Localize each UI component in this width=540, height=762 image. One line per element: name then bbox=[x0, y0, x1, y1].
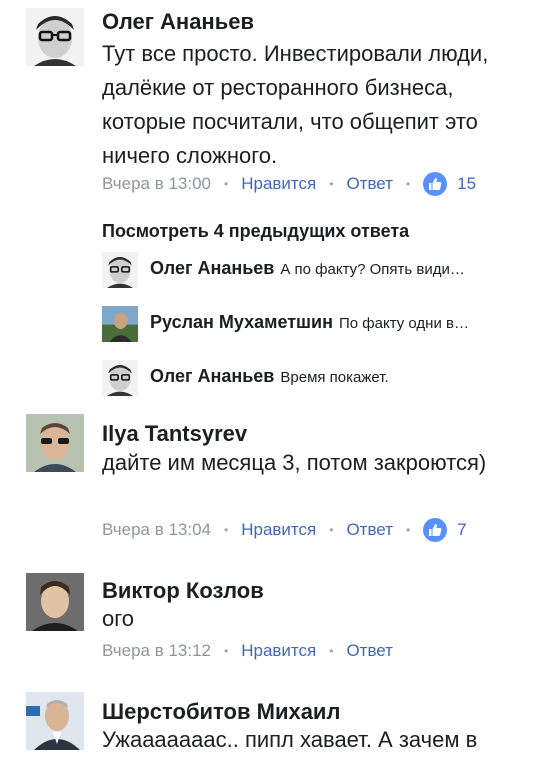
comment-author[interactable]: Олег Ананьев bbox=[102, 9, 254, 35]
like-button[interactable]: Нравится bbox=[241, 174, 316, 194]
man-sunglasses-avatar-icon bbox=[26, 414, 84, 472]
comment-meta: Вчера в 13:00 • Нравится • Ответ • 15 bbox=[102, 172, 476, 196]
comment-text: Тут все просто. Инвестировали люди, далё… bbox=[102, 41, 489, 168]
comment-text: дайте им месяца 3, потом закроются) bbox=[102, 450, 487, 475]
avatar[interactable] bbox=[26, 573, 84, 631]
comment-author[interactable]: Шерстобитов Михаил bbox=[102, 699, 340, 725]
like-count[interactable]: 7 bbox=[457, 520, 466, 540]
man-glasses-bw-avatar-icon bbox=[102, 252, 138, 288]
reply-item[interactable]: Олег Ананьев Время покажет. bbox=[0, 360, 540, 400]
avatar[interactable] bbox=[26, 692, 84, 750]
comment-time[interactable]: Вчера в 13:04 bbox=[102, 520, 211, 540]
avatar[interactable] bbox=[102, 306, 138, 342]
comment-meta: Вчера в 13:04 • Нравится • Ответ • 7 bbox=[102, 518, 467, 542]
separator-dot: • bbox=[405, 523, 411, 537]
reply-author[interactable]: Руслан Мухаметшин bbox=[150, 312, 333, 332]
separator-dot: • bbox=[329, 523, 334, 537]
man-glasses-bw-avatar-icon bbox=[26, 8, 84, 66]
reply-button[interactable]: Ответ bbox=[346, 174, 393, 194]
reply-author[interactable]: Олег Ананьев bbox=[150, 258, 274, 278]
separator-dot: • bbox=[329, 644, 334, 658]
view-previous-replies-link[interactable]: Посмотреть 4 предыдущих ответа bbox=[102, 221, 409, 242]
comment-time[interactable]: Вчера в 13:12 bbox=[102, 641, 211, 661]
reply-line: Олег Ананьев Время покажет. bbox=[150, 366, 515, 387]
reply-line: Руслан Мухаметшин По факту одни в… bbox=[150, 312, 515, 333]
separator-dot: • bbox=[224, 523, 229, 537]
thumbs-up-icon[interactable] bbox=[423, 172, 448, 196]
reply-button[interactable]: Ответ bbox=[346, 641, 393, 661]
reply-text: По факту одни в… bbox=[339, 315, 469, 332]
man-outdoor-avatar-icon bbox=[102, 306, 138, 342]
reply-item[interactable]: Олег Ананьев А по факту? Опять види… bbox=[0, 252, 540, 292]
like-count[interactable]: 15 bbox=[457, 174, 476, 194]
reply-item[interactable]: Руслан Мухаметшин По факту одни в… bbox=[0, 306, 540, 346]
comment-text: Ужааааааас.. пипл хавает. А зачем в bbox=[102, 727, 478, 752]
separator-dot: • bbox=[224, 644, 229, 658]
comment-author[interactable]: Виктор Козлов bbox=[102, 578, 264, 604]
man-suit-avatar-icon bbox=[26, 692, 84, 750]
comment-meta: Вчера в 13:12 • Нравится • Ответ bbox=[102, 641, 393, 661]
avatar[interactable] bbox=[102, 252, 138, 288]
comment-time[interactable]: Вчера в 13:00 bbox=[102, 174, 211, 194]
avatar[interactable] bbox=[26, 414, 84, 472]
separator-dot: • bbox=[224, 177, 229, 191]
comment-text: ого bbox=[102, 606, 135, 631]
reply-text: А по факту? Опять види… bbox=[280, 261, 465, 278]
avatar[interactable] bbox=[26, 8, 84, 66]
young-man-avatar-icon bbox=[26, 573, 84, 631]
reply-text: Время покажет. bbox=[280, 369, 389, 386]
reply-line: Олег Ананьев А по факту? Опять види… bbox=[150, 258, 515, 279]
like-button[interactable]: Нравится bbox=[241, 520, 316, 540]
separator-dot: • bbox=[329, 177, 334, 191]
like-button[interactable]: Нравится bbox=[241, 641, 316, 661]
reply-author[interactable]: Олег Ананьев bbox=[150, 366, 274, 386]
reply-button[interactable]: Ответ bbox=[346, 520, 393, 540]
man-glasses-bw-avatar-icon bbox=[102, 360, 138, 396]
comment-author[interactable]: Ilya Tantsyrev bbox=[102, 421, 247, 447]
separator-dot: • bbox=[405, 177, 411, 191]
thumbs-up-icon[interactable] bbox=[423, 518, 448, 542]
avatar[interactable] bbox=[102, 360, 138, 396]
